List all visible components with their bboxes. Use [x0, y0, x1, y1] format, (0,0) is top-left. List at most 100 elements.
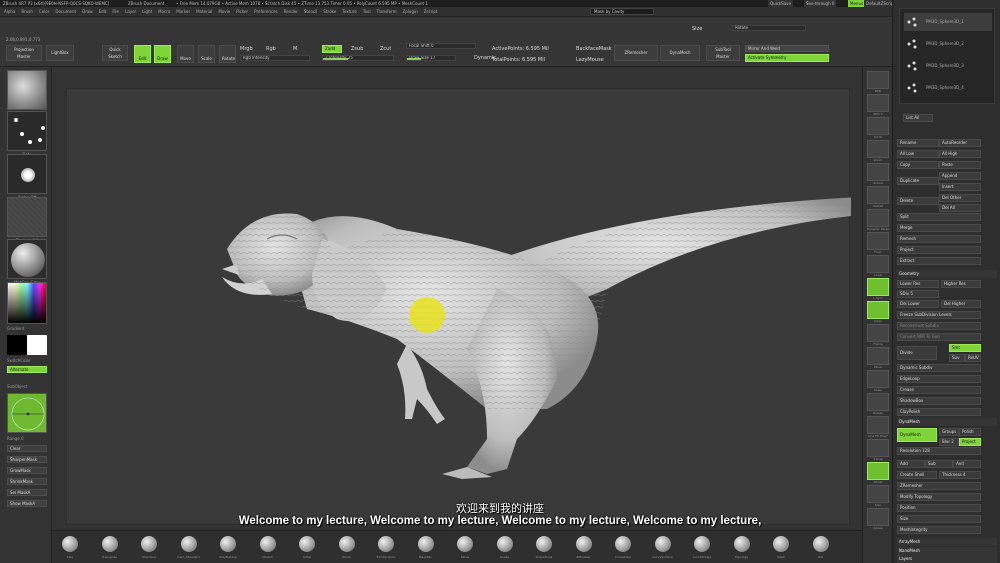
rotate-mode-button[interactable]: Rotate [219, 45, 236, 63]
shelf-gxyz-button[interactable] [867, 301, 889, 319]
brush-claybuildup-icon[interactable] [220, 536, 236, 552]
menu-stencil[interactable]: Stencil [304, 7, 318, 17]
brush-curvebridge-icon[interactable] [694, 536, 710, 552]
dynamesh-header[interactable]: DynaMesh [897, 418, 997, 426]
quicksave-button[interactable]: QuickSave [768, 0, 794, 7]
draw-size-slider[interactable]: Draw Size 17 [406, 55, 456, 61]
brush-standard-icon[interactable] [141, 536, 157, 552]
menu-zplugin[interactable]: Zplugin [403, 7, 418, 17]
sdiv-slider[interactable]: SDiv 5 [897, 290, 939, 298]
menu-color[interactable]: Color [39, 7, 49, 17]
shelf-move-button[interactable] [867, 347, 889, 365]
main-color-swatch[interactable] [27, 335, 47, 355]
meshintegrity-header[interactable]: MeshIntegrity [897, 526, 981, 534]
arraymesh-header[interactable]: ArrayMesh [897, 538, 997, 546]
add-button[interactable]: Add [897, 460, 925, 468]
clear-button[interactable]: Clear [7, 445, 47, 452]
shadowbox-header[interactable]: ShadowBox [897, 397, 981, 405]
copy-button[interactable]: Copy [897, 161, 939, 169]
menu-transform[interactable]: Transform [377, 7, 397, 17]
subtool-item[interactable]: PM3D_Sphere3D_2 [904, 35, 992, 53]
edit-mode-button[interactable]: Edit [134, 45, 151, 63]
shelf-spix-3-button[interactable] [867, 94, 889, 112]
del-higher-button[interactable]: Del Higher [941, 300, 981, 308]
focal-shift-slider[interactable]: Focal Shift 0 [406, 43, 476, 49]
claypolish-header[interactable]: ClayPolish [897, 408, 981, 416]
split-button[interactable]: Split [897, 213, 981, 221]
menu-render[interactable]: Render [284, 7, 298, 17]
brush-clay-icon[interactable] [62, 536, 78, 552]
del-all-button[interactable]: Del All [939, 204, 981, 212]
dinosaur-model[interactable] [67, 89, 861, 526]
edgeloop-header[interactable]: EdgeLoop [897, 375, 981, 383]
geometry-header[interactable]: Geometry [897, 270, 997, 278]
sel-maska-button[interactable]: Sel MaskA [7, 489, 47, 496]
dynamesh-button[interactable]: DynaMesh [897, 428, 937, 442]
polish-toggle[interactable]: Polish [959, 428, 981, 436]
shelf-aahalf-button[interactable] [867, 186, 889, 204]
merge-button[interactable]: Merge [897, 224, 981, 232]
menu-edit[interactable]: Edit [99, 7, 107, 17]
quick-sketch-button[interactable]: Quick Sketch [102, 45, 128, 61]
m-button[interactable]: M [293, 46, 297, 52]
menu-layer[interactable]: Layer [125, 7, 136, 17]
nanomesh-header[interactable]: NanoMesh [897, 547, 997, 555]
shelf-local-button[interactable] [867, 255, 889, 273]
freeze-subdivision-button[interactable]: Freeze SubDivision Levels [897, 311, 981, 319]
all-high-button[interactable]: All High [939, 150, 981, 158]
subtool-item[interactable]: PM3D_Sphere3D_3 [904, 57, 992, 75]
lazy-mouse-button[interactable]: LazyMouse [576, 57, 604, 63]
layers-header[interactable]: Layers [897, 555, 997, 563]
menu-file[interactable]: File [112, 7, 119, 17]
zremesher-header[interactable]: ZRemesher [897, 482, 981, 490]
blur-slider[interactable]: Blur 2 [939, 438, 959, 446]
shelf-scale-button[interactable] [867, 370, 889, 388]
shelf-floor-button[interactable] [867, 232, 889, 250]
crease-header[interactable]: Crease [897, 386, 981, 394]
sharpenmask-button[interactable]: SharpenMask [7, 456, 47, 463]
brush-trimdynamic-icon[interactable] [378, 536, 394, 552]
material-thumbnail[interactable] [7, 239, 47, 279]
move-mode-button[interactable]: Move [177, 45, 194, 63]
brush-dam-standard-icon[interactable] [180, 536, 197, 552]
shelf-bpr-button[interactable] [867, 71, 889, 89]
subtool-master-button[interactable]: SubTool Master [706, 45, 740, 61]
menu-tool[interactable]: Tool [363, 7, 371, 17]
paste-button[interactable]: Paste [939, 161, 981, 169]
brush-maskpen-icon[interactable] [417, 536, 434, 552]
create-shell-button[interactable]: Create Shell [897, 471, 937, 479]
rename-button[interactable]: Rename [897, 139, 939, 147]
duplicate-button[interactable]: Duplicate [897, 177, 939, 185]
subtool-item[interactable]: PM3D_Sphere3D_1 [904, 13, 992, 31]
brush-zmodeler-icon[interactable] [575, 536, 592, 552]
activate-symmetry-button[interactable]: Activate Symmetry [745, 54, 829, 62]
menu-draw[interactable]: Draw [82, 7, 92, 17]
draw-mode-button[interactable]: Draw [154, 45, 171, 63]
menu-brush[interactable]: Brush [21, 7, 33, 17]
secondary-color-swatch[interactable] [7, 335, 27, 355]
autoreorder-button[interactable]: AutoReorder [939, 139, 981, 147]
brush-move-icon[interactable] [457, 536, 473, 552]
projection-master-button[interactable]: Projection Master [6, 45, 42, 61]
menu-light[interactable]: Light [142, 7, 152, 17]
menu-texture[interactable]: Texture [342, 7, 357, 17]
convert-bpr-button[interactable]: Convert BPR To Geo [897, 333, 981, 341]
alternate-button[interactable]: Alternate [7, 366, 47, 373]
divide-button[interactable]: Divide [897, 346, 937, 360]
brush-thumbnail[interactable] [7, 70, 47, 110]
subtool-item[interactable]: PM3D_Sphere3D_4 [904, 79, 992, 97]
remesh-button[interactable]: Remesh [897, 235, 981, 243]
mask-by-cavity-toggle[interactable]: Mask by Cavity [590, 8, 654, 15]
menu-picker[interactable]: Picker [236, 7, 248, 17]
del-other-button[interactable]: Del Other [939, 194, 981, 202]
lower-res-button[interactable]: Lower Res [897, 280, 939, 288]
zremesher-shelf-button[interactable]: ZRemesher [614, 45, 658, 61]
z-intensity-slider[interactable]: Z Intensity 25 [322, 55, 394, 61]
reuv-toggle[interactable]: ReUV [965, 354, 981, 362]
texture-thumbnail[interactable] [7, 197, 47, 237]
see-through-slider[interactable]: See-through 0 [804, 0, 837, 7]
shelf-actual-button[interactable] [867, 163, 889, 181]
range-slider[interactable]: Range 0 [7, 436, 47, 441]
stroke-thumbnail[interactable] [7, 111, 47, 151]
lightbox-button[interactable]: LightBox [46, 45, 74, 61]
